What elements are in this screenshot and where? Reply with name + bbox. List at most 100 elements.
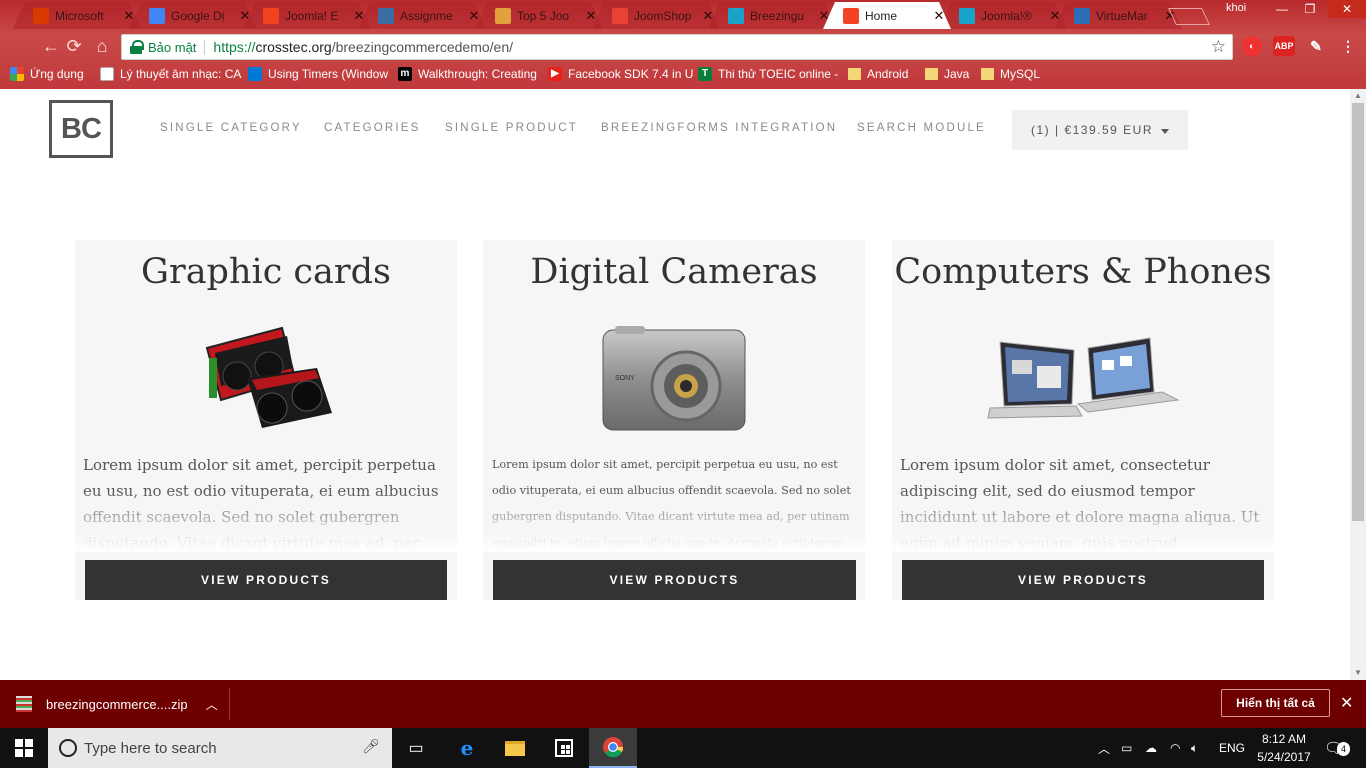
nav-single-product[interactable]: SINGLE PRODUCT	[445, 122, 578, 134]
bookmark-star-icon[interactable]: ☆	[1211, 37, 1226, 57]
view-products-button-computers-phones[interactable]: VIEW PRODUCTS	[902, 560, 1264, 600]
close-tab-icon[interactable]: ✕	[933, 8, 945, 24]
address-bar[interactable]: Bảo mật https://crosstec.org/breezingcom…	[121, 34, 1233, 60]
show-all-button[interactable]: Hiển thị tất cả	[1221, 689, 1330, 717]
close-tab-icon[interactable]: ✕	[585, 8, 597, 24]
close-shelf-icon[interactable]: ✕	[1340, 693, 1353, 713]
view-products-button-graphic-cards[interactable]: VIEW PRODUCTS	[85, 560, 447, 600]
clock[interactable]: 8:12 AM 5/24/2017	[1248, 730, 1320, 766]
reload-icon[interactable]: ⟳	[63, 35, 85, 57]
minimize-icon[interactable]: —	[1268, 0, 1296, 18]
browser-chrome: Microsoft ✕ Google Dị ✕ Joomla! E ✕ Assignme ✕ T…	[0, 0, 1366, 89]
microphone-icon[interactable]: 🎤︎	[362, 738, 380, 758]
category-card-graphic-cards: Graphic cards Lorem ipsum dolor sit amet…	[75, 240, 457, 600]
apps-icon	[10, 67, 24, 81]
bookmark-item[interactable]: MySQL	[981, 67, 1040, 81]
back-icon[interactable]: ←	[40, 35, 62, 57]
bookmark-item[interactable]: m Walkthrough: Creating	[398, 67, 537, 81]
chevron-up-icon[interactable]: ︿	[206, 696, 218, 713]
browser-tab[interactable]: VirtueMar ✕	[1054, 2, 1182, 29]
file-explorer-icon[interactable]	[491, 728, 539, 768]
url-path: /breezingcommercedemo/en/	[331, 39, 514, 55]
bookmark-item[interactable]: Lý thuyết âm nhạc: CA	[100, 67, 241, 81]
browser-tab[interactable]: Breezingu ✕	[708, 2, 836, 29]
archive-icon	[16, 696, 32, 712]
home-icon[interactable]: ⌂	[91, 35, 113, 57]
lock-icon	[130, 40, 144, 54]
divider	[229, 688, 230, 720]
bookmark-item[interactable]: Using Timers (Window	[248, 67, 388, 81]
browser-tab[interactable]: Home ✕	[823, 2, 951, 29]
new-tab-button[interactable]	[1168, 8, 1210, 25]
bookmark-item[interactable]: Android	[848, 67, 908, 81]
tab-title: Google Dị	[171, 8, 225, 23]
nav-categories[interactable]: CATEGORIES	[324, 122, 421, 134]
taskbar-search[interactable]: Type here to search 🎤︎	[48, 728, 392, 768]
bookmark-label: Thi thử TOEIC online -	[718, 67, 839, 81]
tab-title: Home	[865, 8, 898, 23]
tray-chevron-up-icon[interactable]: ︿	[1098, 728, 1110, 768]
browser-tab[interactable]: Top 5 Joo ✕	[475, 2, 603, 29]
start-button[interactable]	[0, 728, 48, 768]
laptops-image[interactable]	[892, 320, 1274, 440]
battery-icon[interactable]: ▭	[1121, 728, 1132, 768]
scroll-up-icon[interactable]: ▲	[1350, 89, 1366, 103]
tab-title: Top 5 Joo	[517, 8, 570, 23]
camera-image[interactable]: SONY	[483, 320, 865, 440]
onedrive-icon[interactable]: ☁	[1145, 728, 1157, 768]
browser-tab[interactable]: JoomShop ✕	[592, 2, 720, 29]
browser-tab[interactable]: Assignme ✕	[358, 2, 486, 29]
language-indicator[interactable]: ENG	[1219, 728, 1245, 768]
virtuemart-icon	[1074, 8, 1090, 24]
restore-icon[interactable]: ❐	[1296, 0, 1324, 18]
bookmark-item[interactable]: Ứng dụng	[10, 67, 84, 81]
tab-title: Microsoft	[55, 8, 104, 23]
page-scrollbar[interactable]: ▲ ▼	[1350, 89, 1366, 680]
nav-single-category[interactable]: SINGLE CATEGORY	[160, 122, 302, 134]
browser-tab[interactable]: Google Dị ✕	[129, 2, 257, 29]
cart-dropdown[interactable]: (1) | €139.59 EUR	[1012, 110, 1188, 150]
bookmark-label: Walkthrough: Creating	[418, 67, 537, 81]
close-tab-icon[interactable]: ✕	[468, 8, 480, 24]
text-fade	[892, 490, 1274, 552]
clock-date: 5/24/2017	[1257, 750, 1311, 764]
nav-search-module[interactable]: SEARCH MODULE	[857, 122, 986, 134]
windows-icon	[15, 739, 33, 757]
scroll-down-icon[interactable]: ▼	[1350, 666, 1366, 680]
extension-icon[interactable]: ◐	[1242, 36, 1262, 56]
browser-tab[interactable]: Joomla!® ✕	[939, 2, 1067, 29]
folder-icon	[505, 740, 525, 756]
tab-strip: Microsoft ✕ Google Dị ✕ Joomla! E ✕ Assignme ✕ T…	[0, 0, 1366, 30]
category-title: Digital Cameras	[530, 252, 818, 292]
menu-icon[interactable]: ⋮	[1338, 36, 1358, 56]
close-window-icon[interactable]: ✕	[1328, 0, 1366, 18]
store-icon[interactable]	[540, 728, 588, 768]
caret-down-icon	[1161, 128, 1169, 134]
graphic-card-image[interactable]	[75, 320, 457, 440]
view-products-button-digital-cameras[interactable]: VIEW PRODUCTS	[493, 560, 856, 600]
url-scheme: https://	[213, 39, 256, 55]
profile-button[interactable]: khoi	[1226, 2, 1262, 16]
adblock-icon[interactable]: ABP	[1273, 36, 1295, 56]
bookmark-label: Facebook SDK 7.4 in U	[568, 67, 694, 81]
bookmark-item[interactable]: Java	[925, 67, 969, 81]
site-logo[interactable]: BC	[49, 100, 113, 158]
download-item[interactable]: breezingcommerce....zip ︿	[16, 680, 218, 728]
edge-icon[interactable]: e	[443, 728, 491, 768]
task-view-icon[interactable]: ▭	[392, 728, 440, 768]
volume-icon[interactable]: 🔈︎	[1191, 728, 1198, 768]
text-fade	[75, 490, 457, 552]
url-text[interactable]: https://crosstec.org/breezingcommercedem…	[213, 39, 1210, 55]
browser-tab[interactable]: Joomla! E ✕	[243, 2, 371, 29]
bookmark-label: Java	[944, 67, 970, 81]
bookmark-item[interactable]: ▶ Facebook SDK 7.4 in U	[548, 67, 693, 81]
bookmark-item[interactable]: T Thi thử TOEIC online -	[698, 67, 838, 81]
browser-tab[interactable]: Microsoft ✕	[13, 2, 141, 29]
chrome-icon	[603, 737, 624, 758]
tab-title: JoomShop	[634, 8, 692, 23]
nav-breezingforms-integration[interactable]: BREEZINGFORMS INTEGRATION	[601, 122, 837, 134]
chrome-taskbar-icon[interactable]	[589, 728, 637, 768]
wifi-icon[interactable]: ◠	[1170, 728, 1180, 768]
scrollbar-thumb[interactable]	[1352, 103, 1364, 521]
pen-icon[interactable]: ✎	[1306, 36, 1326, 56]
